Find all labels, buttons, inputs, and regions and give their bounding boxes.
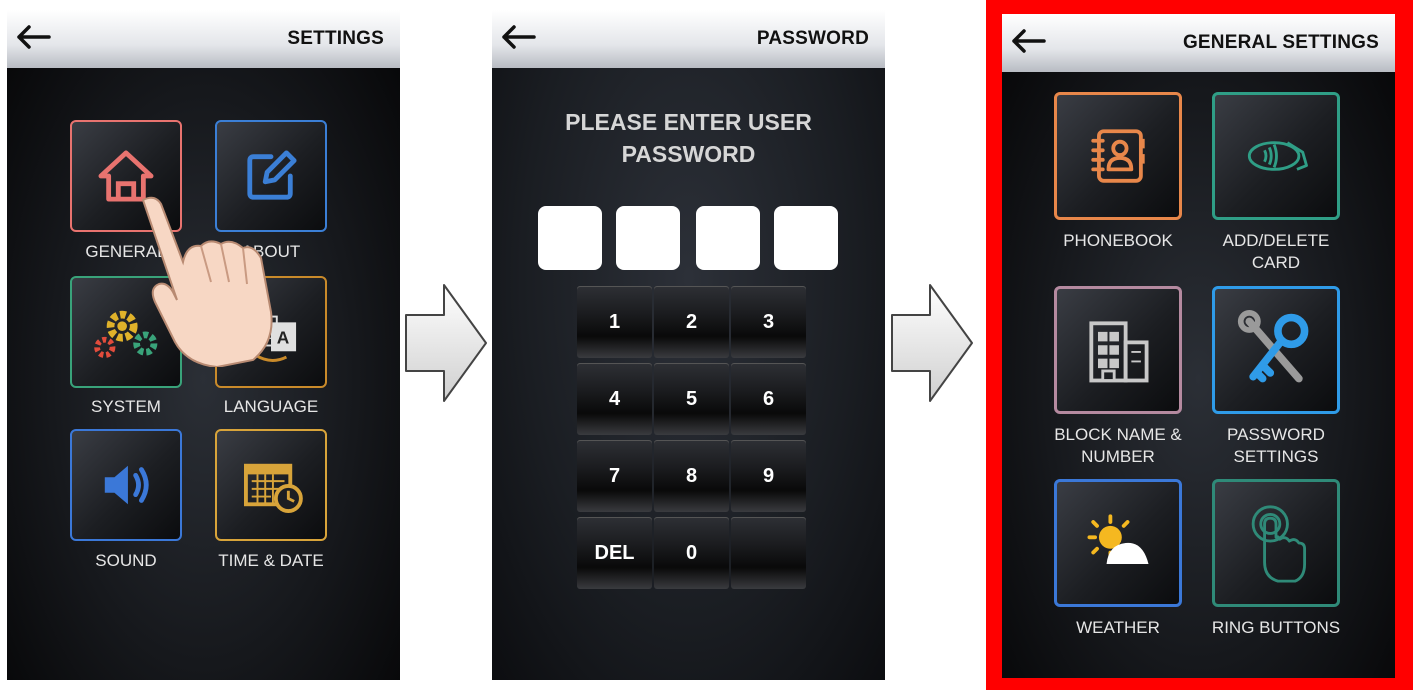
next-step-arrow-icon <box>405 284 487 402</box>
svg-text:A: A <box>277 328 290 348</box>
time-date-tile[interactable] <box>215 429 327 541</box>
general-settings-screen: GENERAL SETTINGS PHONEBOOK ADD/DELETE CA… <box>1002 14 1395 678</box>
ring-buttons-label: RING BUTTONS <box>1211 618 1341 637</box>
header: SETTINGS <box>7 10 400 68</box>
add-delete-card-tile[interactable] <box>1212 92 1340 220</box>
speaker-icon <box>104 465 149 505</box>
next-step-arrow-icon <box>891 284 973 402</box>
password-screen: PASSWORD PLEASE ENTER USER PASSWORD 1 2 … <box>492 10 885 680</box>
pin-digit-box-2[interactable] <box>616 206 680 270</box>
ring-buttons-tile[interactable] <box>1212 479 1340 607</box>
add-delete-card-label: ADD/DELETE CARD <box>1222 231 1330 272</box>
weather-label: WEATHER <box>1076 618 1160 637</box>
key-4[interactable]: 4 <box>577 363 652 435</box>
phonebook-icon <box>1091 129 1145 183</box>
pin-digit-box-3[interactable] <box>696 206 760 270</box>
key-1[interactable]: 1 <box>577 286 652 358</box>
time-date-label: TIME & DATE <box>218 551 324 570</box>
password-settings-tile[interactable] <box>1212 286 1340 414</box>
building-icon <box>1089 321 1149 383</box>
key-2[interactable]: 2 <box>654 286 729 358</box>
weather-tile[interactable] <box>1054 479 1182 607</box>
key-5[interactable]: 5 <box>654 363 729 435</box>
tapping-hand-icon <box>141 196 273 367</box>
prompt-line-1: PLEASE ENTER USER <box>565 109 812 135</box>
header: GENERAL SETTINGS <box>1002 14 1395 72</box>
settings-screen: SETTINGS GENERAL ABOUT SYSTEM え A <box>7 10 400 680</box>
pin-digit-box-1[interactable] <box>538 206 602 270</box>
page-title: SETTINGS <box>287 28 384 49</box>
touch-icon <box>1251 505 1307 583</box>
weather-icon <box>1087 514 1149 564</box>
block-name-number-label: BLOCK NAME & NUMBER <box>1054 425 1182 466</box>
back-arrow-icon[interactable] <box>1008 26 1048 56</box>
key-0[interactable]: 0 <box>654 517 729 589</box>
key-6[interactable]: 6 <box>731 363 806 435</box>
phonebook-label: PHONEBOOK <box>1063 231 1173 250</box>
key-wrench-icon <box>1237 309 1309 383</box>
sound-label: SOUND <box>95 551 157 570</box>
block-name-number-tile[interactable] <box>1054 286 1182 414</box>
back-arrow-icon[interactable] <box>13 22 53 52</box>
pin-digit-box-4[interactable] <box>774 206 838 270</box>
prompt-line-2: PASSWORD <box>621 141 756 167</box>
back-arrow-icon[interactable] <box>498 22 538 52</box>
key-7[interactable]: 7 <box>577 440 652 512</box>
key-9[interactable]: 9 <box>731 440 806 512</box>
password-prompt: PLEASE ENTER USER PASSWORD <box>492 106 885 170</box>
header: PASSWORD <box>492 10 885 68</box>
key-delete[interactable]: DEL <box>577 517 652 589</box>
key-blank[interactable] <box>731 517 806 589</box>
phonebook-tile[interactable] <box>1054 92 1182 220</box>
sound-tile[interactable] <box>70 429 182 541</box>
language-label: LANGUAGE <box>223 397 319 416</box>
password-settings-label: PASSWORD SETTINGS <box>1227 425 1325 466</box>
key-3[interactable]: 3 <box>731 286 806 358</box>
key-8[interactable]: 8 <box>654 440 729 512</box>
contactless-card-icon <box>1247 141 1308 171</box>
page-title: GENERAL SETTINGS <box>1182 32 1379 53</box>
system-label: SYSTEM <box>91 397 161 416</box>
page-title: PASSWORD <box>756 28 869 49</box>
calendar-clock-icon <box>244 463 303 513</box>
